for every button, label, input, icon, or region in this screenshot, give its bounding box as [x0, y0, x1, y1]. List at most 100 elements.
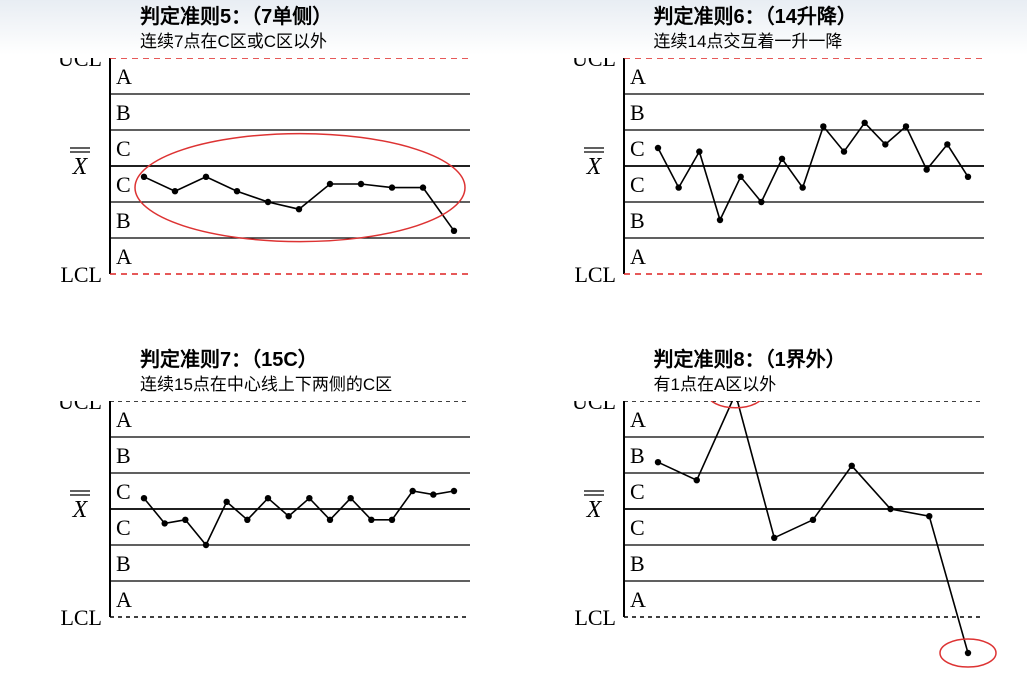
data-point	[203, 174, 209, 180]
data-point	[675, 184, 681, 190]
zone-label: C	[116, 136, 131, 161]
data-point	[758, 199, 764, 205]
data-point	[944, 141, 950, 147]
data-point	[285, 513, 291, 519]
chart-rule7: 判定准则7：（15C）连续15点在中心线上下两侧的C区UCLLCLXABCCBA	[0, 343, 514, 685]
zone-label: C	[630, 479, 645, 504]
chart-rule5: 判定准则5：（7单侧）连续7点在C区或C区以外UCLLCLXABCCBA	[0, 0, 514, 343]
zone-label: C	[116, 172, 131, 197]
chart-subtitle: 连续14点交互着一升一降	[654, 27, 857, 52]
data-point	[182, 516, 188, 522]
data-point	[389, 184, 395, 190]
data-point	[161, 520, 167, 526]
data-point	[737, 174, 743, 180]
highlight-ellipse	[707, 401, 763, 408]
zone-label: B	[630, 208, 645, 233]
control-chart-svg: UCLLCLXABCCBA	[534, 58, 1014, 334]
label-xbar: X	[585, 497, 602, 523]
data-point	[265, 495, 271, 501]
chart-title: 判定准则5：（7单侧）	[140, 0, 332, 29]
data-point	[234, 188, 240, 194]
data-point	[141, 174, 147, 180]
chart-title: 判定准则6：（14升降）	[654, 0, 857, 29]
zone-label: B	[116, 443, 131, 468]
chart-rule8: 判定准则8：（1界外）有1点在A区以外UCLLCLXABCCBA	[514, 343, 1027, 685]
zone-label: B	[116, 208, 131, 233]
chart-subtitle: 有1点在A区以外	[654, 370, 846, 395]
zone-label: A	[116, 407, 132, 432]
data-point	[327, 181, 333, 187]
data-point	[430, 491, 436, 497]
zone-label: B	[630, 443, 645, 468]
data-point	[840, 148, 846, 154]
zone-label: C	[116, 479, 131, 504]
data-point	[887, 505, 893, 511]
data-point	[265, 199, 271, 205]
chart-subtitle: 连续7点在C区或C区以外	[140, 27, 332, 52]
data-point	[141, 495, 147, 501]
data-point	[389, 516, 395, 522]
zone-label: B	[116, 551, 131, 576]
label-ucl: UCL	[572, 401, 616, 414]
chart-subtitle: 连续15点在中心线上下两侧的C区	[140, 370, 392, 395]
zone-label: B	[630, 551, 645, 576]
label-xbar: X	[72, 154, 89, 180]
data-line	[658, 401, 968, 653]
chart-grid: 判定准则5：（7单侧）连续7点在C区或C区以外UCLLCLXABCCBA 判定准…	[0, 0, 1027, 685]
data-point	[861, 120, 867, 126]
label-ucl: UCL	[58, 58, 102, 71]
data-point	[926, 513, 932, 519]
data-point	[327, 516, 333, 522]
data-point	[654, 145, 660, 151]
zone-label: C	[630, 172, 645, 197]
data-point	[902, 123, 908, 129]
data-point	[799, 184, 805, 190]
data-point	[203, 541, 209, 547]
label-ucl: UCL	[572, 58, 616, 71]
data-point	[716, 217, 722, 223]
data-point	[820, 123, 826, 129]
zone-label: A	[116, 587, 132, 612]
data-line	[144, 491, 454, 545]
data-point	[693, 477, 699, 483]
data-point	[923, 166, 929, 172]
data-point	[368, 516, 374, 522]
label-lcl: LCL	[60, 605, 102, 630]
data-point	[420, 184, 426, 190]
data-point	[223, 498, 229, 504]
data-point	[696, 148, 702, 154]
chart-title: 判定准则8：（1界外）	[654, 343, 846, 372]
control-chart-svg: UCLLCLXABCCBA	[534, 401, 1014, 677]
data-point	[778, 156, 784, 162]
label-xbar: X	[72, 497, 89, 523]
zone-label: A	[630, 244, 646, 269]
data-point	[848, 462, 854, 468]
zone-label: B	[116, 100, 131, 125]
data-point	[358, 181, 364, 187]
data-point	[964, 649, 970, 655]
zone-label: C	[630, 515, 645, 540]
data-point	[809, 516, 815, 522]
zone-label: A	[630, 64, 646, 89]
data-point	[244, 516, 250, 522]
data-point	[654, 459, 660, 465]
zone-label: B	[630, 100, 645, 125]
zone-label: C	[116, 515, 131, 540]
data-point	[882, 141, 888, 147]
data-point	[306, 495, 312, 501]
data-point	[451, 228, 457, 234]
chart-rule6: 判定准则6：（14升降）连续14点交互着一升一降 UCLLCLXABCCBA	[514, 0, 1027, 343]
data-point	[771, 534, 777, 540]
data-point	[964, 174, 970, 180]
data-point	[172, 188, 178, 194]
zone-label: C	[630, 136, 645, 161]
data-point	[347, 495, 353, 501]
data-point	[409, 487, 415, 493]
zone-label: A	[630, 587, 646, 612]
data-line	[144, 177, 454, 231]
label-lcl: LCL	[574, 605, 616, 630]
data-point	[451, 487, 457, 493]
chart-title: 判定准则7：（15C）	[140, 343, 392, 372]
data-point	[296, 206, 302, 212]
label-ucl: UCL	[58, 401, 102, 414]
